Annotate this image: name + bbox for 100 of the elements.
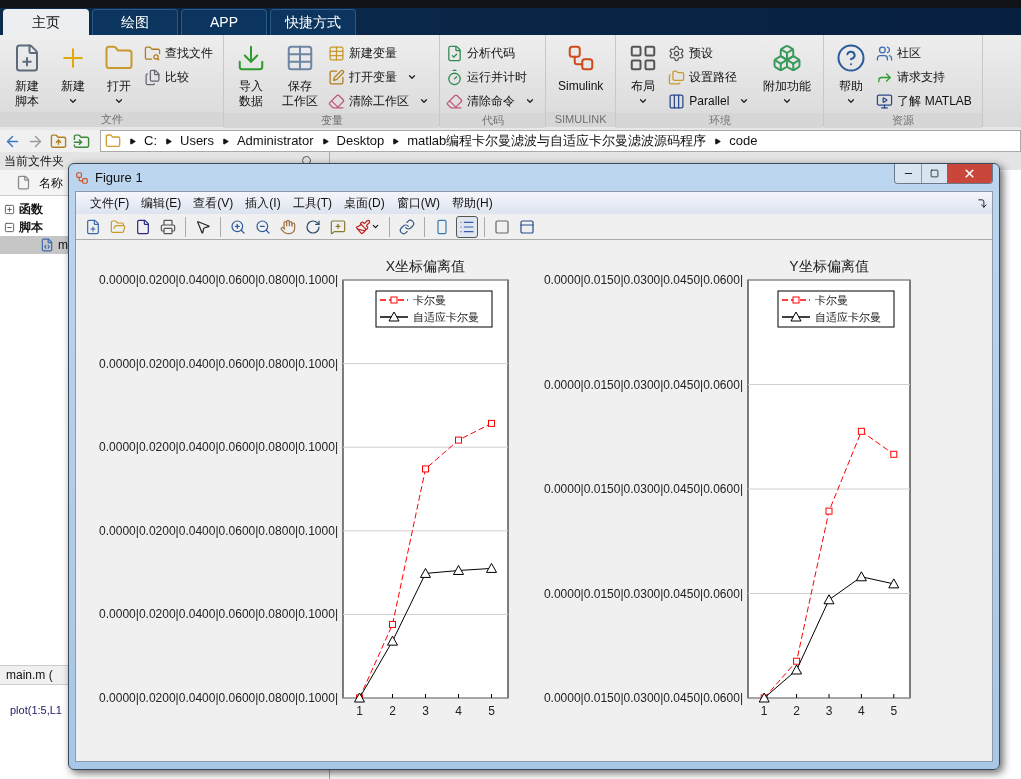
download-icon [236,43,266,73]
separator-icon [392,137,400,145]
tick-label: 0.0000|0.0200|0.0400|0.0600|0.0800|0.1000| [99,607,338,622]
brush-icon [355,218,371,235]
ribbon-button[interactable]: 布局 [622,41,665,106]
ribbon-button[interactable]: 附加功能 [757,41,818,106]
path-field[interactable]: C: Users Administrator Desktop matlab编程卡尔曼滤波与自适应卡尔曼滤波源码程序 code [100,130,1021,152]
window-title: Figure 1 [95,168,143,187]
ribbon-tab[interactable]: APP [181,9,267,35]
group-label: 代码 [440,113,545,128]
group-label: 文件 [0,112,223,127]
group-label: 变量 [224,113,439,128]
square-marker [389,620,396,628]
group-label: 环境 [616,113,824,128]
help-icon [836,43,867,73]
dock-icon[interactable] [977,197,988,209]
close-button[interactable] [947,164,992,183]
legend-label: 自适应卡尔曼 [413,311,479,324]
triangle-marker [453,565,464,575]
path-segment[interactable]: code [729,131,758,151]
square-icon [494,218,510,235]
ribbon-button[interactable]: 查找文件 [144,41,217,65]
file-check-icon [446,44,463,62]
ribbon-tab[interactable]: 绘图 [92,9,178,35]
tree-item[interactable]: 脚本 [0,218,47,236]
ribbon-button[interactable]: 新建 [52,41,94,106]
group-label: 资源 [824,113,982,128]
square-marker [793,657,801,665]
square-marker [890,450,898,458]
ribbon-button[interactable]: 新建变量 [328,41,433,65]
triangle-marker [855,571,867,582]
folder-up-icon[interactable] [50,132,67,150]
ribbon-button[interactable]: 新建 脚本 [6,41,48,109]
menu-item[interactable]: 文件(F) [84,194,136,212]
tick-label: 1 [356,704,363,718]
tick-label: 0.0000|0.0150|0.0300|0.0450|0.0600| [543,586,743,601]
ribbon-button[interactable]: 打开 [98,41,140,106]
details-title: main.m ( [6,667,53,684]
monitor-icon [876,92,894,110]
triangle-marker [486,562,497,573]
file-icon [16,175,31,190]
tree-item[interactable]: 函数 [0,200,47,218]
maximize-button[interactable] [921,164,947,183]
ribbon-tab[interactable]: 快捷方式 [270,9,356,35]
browse-folder-icon[interactable] [73,132,90,150]
triangle-marker [888,578,900,589]
ribbon-tab[interactable]: 主页 [3,9,89,35]
tick-label: 5 [890,704,898,718]
path-segment[interactable]: C: [144,131,157,151]
path-segment[interactable]: Desktop [336,131,385,151]
triangle-marker [420,567,431,578]
files-icon [144,68,161,86]
column-header[interactable]: 名称 [39,173,63,192]
tick-label: 3 [422,704,429,718]
legend-sample [379,296,409,304]
eraser-icon [328,92,345,110]
collapse-icon[interactable] [4,221,15,233]
ribbon-button[interactable]: 比较 [144,65,217,89]
legend-sample [379,311,409,322]
ribbon-button[interactable]: 设置路径 [668,65,754,89]
menu-item[interactable]: 查看(V) [187,194,240,212]
ribbon-button[interactable]: 保存 工作区 [276,41,324,109]
ribbon-button[interactable]: 帮助 [830,41,873,106]
legend-label: 卡尔曼 [413,294,446,307]
tick-label: 0.0000|0.0200|0.0400|0.0600|0.0800|0.1000| [99,523,338,538]
ribbon-button[interactable]: 导入 数据 [230,41,272,109]
ribbon-button[interactable]: 清除命令 [446,89,539,113]
menu-item[interactable]: 窗口(W) [390,194,446,212]
menu-item[interactable]: 帮助(H) [446,194,499,212]
path-segment[interactable]: Administrator [236,131,314,151]
path-segment[interactable]: matlab编程卡尔曼滤波与自适应卡尔曼滤波源码程序 [407,131,707,151]
colorbar-icon [434,218,450,235]
menu-item[interactable]: 插入(I) [239,194,287,212]
menu-item[interactable]: 编辑(E) [135,194,188,212]
folders-icon [668,68,686,86]
ribbon-button[interactable]: 请求支持 [876,65,976,89]
code-preview: plot(1:5,L1 [10,704,62,716]
ribbon-button[interactable]: 社区 [876,41,976,65]
ribbon-button[interactable]: 了解 MATLAB [876,89,976,113]
path-segment[interactable]: Users [180,131,214,151]
menu-item[interactable]: 工具(T) [286,194,338,212]
ribbon-button[interactable]: Simulink [552,41,610,94]
expand-icon[interactable] [4,203,15,215]
tick-label: 3 [825,704,833,718]
tick-label: 0.0000|0.0150|0.0300|0.0450|0.0600| [543,482,743,496]
tick-label: 0.0000|0.0200|0.0400|0.0600|0.0800|0.1000| [99,356,338,371]
ribbon-button[interactable]: 分析代码 [446,41,539,65]
menu-item[interactable]: 桌面(D) [338,194,391,212]
tick-label: 0.0000|0.0150|0.0300|0.0450|0.0600| [543,377,743,392]
ribbon-button[interactable]: 打开变量 [328,65,433,89]
ribbon-button[interactable]: 预设 [668,41,754,65]
tick-label: 4 [455,704,462,718]
file-icon [40,238,54,252]
tick-label: 2 [793,704,800,718]
hand-icon [280,218,296,235]
ribbon-button[interactable]: Parallel [668,89,754,113]
ribbon-button[interactable]: 清除工作区 [328,89,433,113]
eraser-icon [446,92,463,110]
toolbar-button[interactable] [456,215,478,238]
ribbon-button[interactable]: 运行并计时 [446,65,539,89]
